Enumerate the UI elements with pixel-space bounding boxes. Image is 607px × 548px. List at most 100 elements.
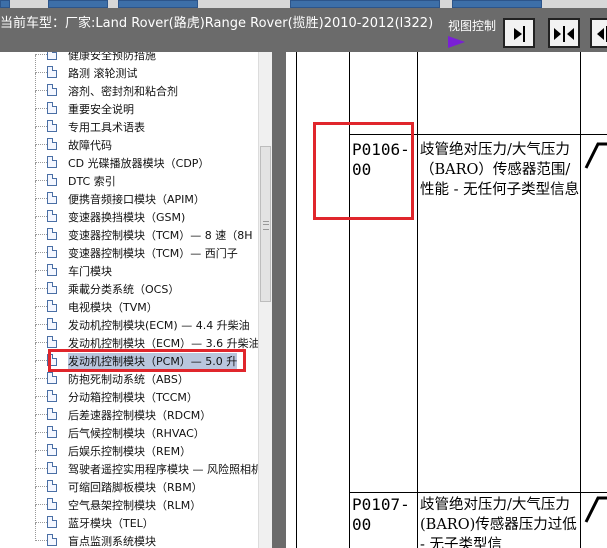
tree-item[interactable]: 发动机控制模块(ECM) — 4.4 升柴油 bbox=[0, 307, 258, 334]
arrow-right-bar-icon bbox=[514, 26, 525, 42]
tree-item-label: 车门模块 bbox=[68, 265, 112, 278]
dtc-description: 歧管绝对压力/大气压力(BARO)传感器压力过低 - 无子类型信 bbox=[420, 497, 577, 548]
document-icon bbox=[47, 138, 57, 150]
document-icon bbox=[47, 372, 57, 384]
document-icon bbox=[47, 426, 57, 438]
highlight-annotation-box bbox=[313, 122, 414, 220]
document-icon bbox=[47, 390, 57, 402]
document-icon bbox=[47, 408, 57, 420]
status-shape-icon bbox=[584, 496, 607, 523]
document-icon bbox=[47, 480, 57, 492]
tree-item-label: 分动箱控制模块（TCCM） bbox=[68, 391, 198, 404]
tree-item[interactable]: 变速器控制模块（TCM）— 8 速（8H bbox=[0, 217, 258, 244]
tree-item-label: 变速器换挡模块（GSM) bbox=[68, 211, 186, 224]
tree-item-label: DTC 索引 bbox=[68, 175, 116, 188]
tree-item[interactable]: 专用工具术语表 bbox=[0, 109, 258, 136]
arrows-outward-icon bbox=[597, 26, 607, 42]
document-icon bbox=[47, 192, 57, 204]
tree-item-label: 便携音频接口模块（APIM） bbox=[68, 193, 205, 206]
view-control-label: 视图控制 bbox=[448, 19, 497, 33]
tree-item[interactable]: 驾驶者遥控实用程序模块 — 风险照相机 bbox=[0, 451, 262, 478]
top-header: 当前车型：厂家:Land Rover(路虎)Range Rover(揽胜)201… bbox=[0, 0, 607, 52]
document-icon bbox=[47, 300, 57, 312]
tree-item-label: 空气悬架控制模块（RLM） bbox=[68, 499, 202, 512]
grip-icon bbox=[263, 221, 269, 230]
tree-item[interactable]: 后气候控制模块（RHVAC） bbox=[0, 415, 258, 442]
tree-item-label: 后差速器控制模块（RDCM） bbox=[68, 409, 212, 422]
tree-item[interactable]: 健康安全预防措施 bbox=[0, 52, 258, 64]
table-border bbox=[296, 52, 297, 548]
dtc-description: 歧管绝对压力/大气压力（BARO）传感器范围/性能 - 无任何子类型信息 bbox=[420, 142, 580, 198]
tree-item[interactable]: DTC 索引 bbox=[0, 163, 258, 190]
tree-item[interactable]: CD 光碟播放器模块（CDP） bbox=[0, 145, 258, 172]
current-car-title: 当前车型：厂家:Land Rover(路虎)Range Rover(揽胜)201… bbox=[0, 16, 434, 31]
tree-item[interactable]: 车门模块 bbox=[0, 253, 258, 280]
tree-item-label: 防抱死制动系统（ABS） bbox=[68, 373, 189, 386]
tree-item[interactable]: 溶剂、密封剂和粘合剂 bbox=[0, 73, 258, 100]
top-tab-strip bbox=[0, 0, 607, 8]
document-icon bbox=[47, 210, 57, 222]
scrollbar-thumb[interactable] bbox=[260, 146, 271, 302]
tree-item[interactable]: 重要安全说明 bbox=[0, 91, 258, 118]
document-icon bbox=[47, 264, 57, 276]
tree-scrollbar[interactable] bbox=[258, 52, 273, 548]
tree-item-label: 专用工具术语表 bbox=[68, 121, 145, 134]
tree-item[interactable]: 后差速器控制模块（RDCM） bbox=[0, 397, 258, 424]
tree-item[interactable]: 分动箱控制模块（TCCM） bbox=[0, 379, 258, 406]
tree-item[interactable]: 变速器换挡模块（GSM) bbox=[0, 199, 258, 226]
panel-splitter[interactable] bbox=[272, 52, 286, 548]
tree-item[interactable]: 盲点监测系统模块 bbox=[0, 523, 258, 548]
dtc-code-suffix: 00 bbox=[352, 515, 372, 534]
top-tab[interactable] bbox=[290, 0, 440, 8]
document-icon bbox=[47, 246, 57, 258]
tree-item-label: 后气候控制模块（RHVAC） bbox=[68, 427, 205, 440]
document-icon bbox=[47, 120, 57, 132]
dtc-table: P0106- 00 歧管绝对压力/大气压力（BARO）传感器范围/性能 - 无任… bbox=[286, 52, 607, 548]
table-border bbox=[417, 52, 418, 548]
document-icon bbox=[47, 462, 57, 474]
top-tab[interactable] bbox=[452, 0, 542, 8]
tree-item[interactable]: 电视模块（TVM） bbox=[0, 289, 258, 316]
document-icon bbox=[47, 156, 57, 168]
tree-item-label: CD 光碟播放器模块（CDP） bbox=[68, 157, 210, 170]
arrows-inward-icon bbox=[554, 26, 574, 42]
tree-item-label: 故障代码 bbox=[68, 139, 112, 152]
status-shape-icon bbox=[584, 142, 607, 169]
top-tab[interactable] bbox=[48, 0, 108, 8]
play-arrow-icon[interactable] bbox=[448, 36, 465, 48]
tree-item[interactable]: 蓝牙模块（TEL） bbox=[0, 505, 258, 532]
view-right-button[interactable] bbox=[503, 18, 535, 48]
document-icon bbox=[47, 516, 57, 528]
tree-item[interactable]: 防抱死制动系统（ABS） bbox=[0, 361, 258, 388]
table-border bbox=[349, 492, 607, 493]
tree-item[interactable]: 可缩回踏脚板模块（RBM） bbox=[0, 469, 258, 496]
document-icon bbox=[47, 228, 57, 240]
tree-item[interactable]: 后娱乐控制模块（REM） bbox=[0, 433, 258, 460]
tree-item-label: 蓝牙模块（TEL） bbox=[68, 517, 154, 530]
document-icon bbox=[47, 84, 57, 96]
tree-item-label: 重要安全说明 bbox=[68, 103, 134, 116]
tree-item[interactable]: 路测 滚轮测试 bbox=[0, 55, 258, 82]
top-tab[interactable] bbox=[0, 0, 10, 8]
document-icon bbox=[47, 318, 57, 330]
document-icon bbox=[47, 282, 57, 294]
tree-item[interactable]: 故障代码 bbox=[0, 127, 258, 154]
tree-item-label: 可缩回踏脚板模块（RBM） bbox=[68, 481, 203, 494]
tree-item[interactable]: 变速器控制模块（TCM）— 西门子 bbox=[0, 235, 258, 262]
top-tab[interactable] bbox=[118, 0, 198, 8]
tree-item-label: 溶剂、密封剂和粘合剂 bbox=[68, 85, 178, 98]
document-icon bbox=[47, 52, 57, 60]
selection-highlight-box bbox=[48, 349, 246, 372]
tree-item[interactable]: 乘載分类系统（OCS） bbox=[0, 271, 258, 298]
view-collapse-button[interactable] bbox=[548, 18, 580, 48]
table-border bbox=[580, 52, 581, 548]
tree-item[interactable]: 便携音频接口模块（APIM） bbox=[0, 181, 258, 208]
document-icon bbox=[47, 336, 57, 348]
tree-item-label: 发动机控制模块(ECM) — 4.4 升柴油 bbox=[68, 319, 250, 332]
tree-item-label: 盲点监测系统模块 bbox=[68, 535, 156, 548]
tree-item-label: 路测 滚轮测试 bbox=[68, 67, 138, 80]
tree-item-label: 驾驶者遥控实用程序模块 — 风险照相机 bbox=[68, 463, 262, 476]
tree-item[interactable]: 空气悬架控制模块（RLM） bbox=[0, 487, 258, 514]
view-expand-button[interactable] bbox=[590, 18, 607, 48]
tree-item-label: 健康安全预防措施 bbox=[68, 52, 156, 62]
